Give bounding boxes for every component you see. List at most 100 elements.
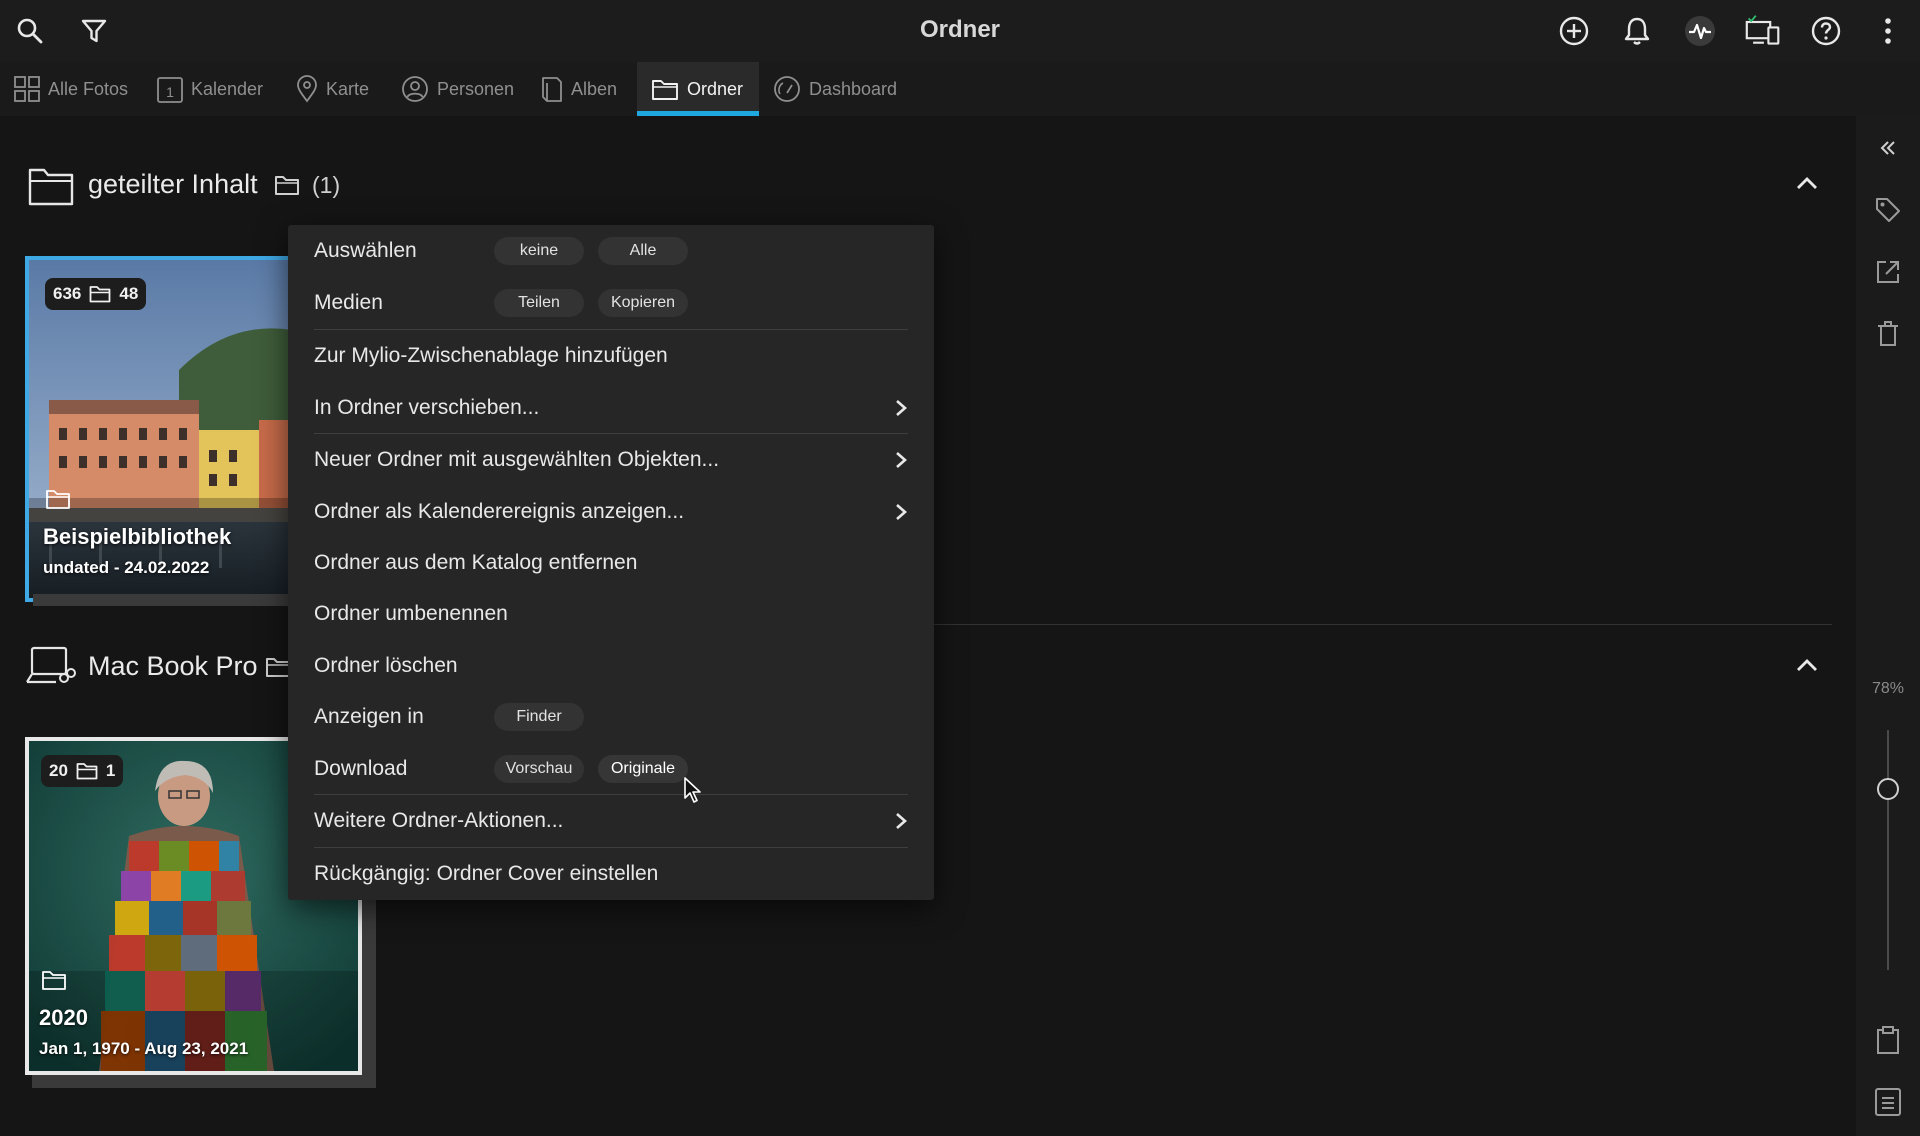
tab-karte[interactable]: Karte bbox=[296, 62, 369, 116]
chevron-up-icon[interactable] bbox=[1796, 658, 1818, 672]
count-badge: 20 1 bbox=[41, 755, 124, 787]
menu-separator bbox=[314, 847, 908, 848]
folder-icon bbox=[89, 285, 111, 303]
svg-text:1: 1 bbox=[166, 84, 174, 100]
menu-label: Medien bbox=[314, 291, 383, 314]
right-sidebar: 78% bbox=[1856, 116, 1920, 1136]
tab-dashboard[interactable]: Dashboard bbox=[773, 62, 897, 116]
search-icon[interactable] bbox=[12, 13, 48, 49]
calendar-icon: 1 bbox=[157, 75, 183, 103]
tab-label: Kalender bbox=[191, 78, 264, 99]
tag-icon[interactable] bbox=[1872, 194, 1904, 226]
photo-count: 636 bbox=[53, 284, 82, 303]
share-button[interactable]: Teilen bbox=[494, 289, 584, 317]
gauge-icon bbox=[773, 75, 801, 103]
tab-label: Dashboard bbox=[809, 78, 898, 99]
menu-label: Download bbox=[314, 757, 408, 780]
context-menu: Auswählen keine Alle Medien Teilen Kopie… bbox=[288, 225, 934, 900]
tab-label: Alle Fotos bbox=[48, 78, 129, 99]
filter-icon[interactable] bbox=[76, 13, 112, 49]
laptop-link-icon bbox=[26, 646, 76, 688]
copy-button[interactable]: Kopieren bbox=[598, 289, 688, 317]
menu-row-show-in: Anzeigen in Finder bbox=[314, 695, 908, 739]
subfolder-count: 48 bbox=[119, 284, 139, 303]
menu-row-select: Auswählen keine Alle bbox=[314, 229, 908, 273]
menu-row-media: Medien Teilen Kopieren bbox=[314, 281, 908, 325]
menu-item-label: In Ordner verschieben... bbox=[314, 396, 540, 419]
menu-item-label: Ordner als Kalenderereignis anzeigen... bbox=[314, 500, 685, 523]
help-icon[interactable] bbox=[1808, 13, 1844, 49]
shared-folder-icon bbox=[28, 164, 74, 206]
tab-label: Ordner bbox=[687, 78, 744, 99]
menu-item-new-folder[interactable]: Neuer Ordner mit ausgewählten Objekten..… bbox=[314, 438, 908, 482]
folder-icon bbox=[651, 77, 679, 101]
collapse-left-icon[interactable] bbox=[1872, 132, 1904, 164]
zoom-slider-knob[interactable] bbox=[1877, 778, 1899, 800]
tab-label: Karte bbox=[326, 78, 370, 99]
count-badge: 636 48 bbox=[45, 278, 147, 310]
menu-item-move-to-folder[interactable]: In Ordner verschieben... bbox=[314, 386, 908, 430]
menu-label: Auswählen bbox=[314, 239, 417, 262]
menu-item-label: Ordner aus dem Katalog entfernen bbox=[314, 551, 638, 574]
folder-name: 2020 bbox=[39, 1005, 88, 1030]
menu-separator bbox=[314, 794, 908, 795]
map-pin-icon bbox=[296, 75, 318, 103]
folder-date-range: undated - 24.02.2022 bbox=[43, 558, 210, 577]
tab-ordner[interactable]: Ordner bbox=[637, 62, 759, 116]
download-originals-button[interactable]: Originale bbox=[598, 755, 688, 783]
menu-item-label: Weitere Ordner-Aktionen... bbox=[314, 809, 564, 832]
menu-item-more-actions[interactable]: Weitere Ordner-Aktionen... bbox=[314, 799, 908, 843]
photo-count: 20 bbox=[49, 761, 68, 780]
menu-row-download: Download Vorschau Originale bbox=[314, 747, 908, 791]
section-title: geteilter Inhalt bbox=[88, 169, 258, 199]
menu-separator bbox=[314, 329, 908, 330]
chevron-right-icon bbox=[894, 450, 908, 470]
menu-item-add-clipboard[interactable]: Zur Mylio-Zwischenablage hinzufügen bbox=[314, 334, 908, 378]
subfolder-count: 1 bbox=[105, 761, 116, 780]
menu-item-label: Rückgängig: Ordner Cover einstellen bbox=[314, 862, 659, 885]
menu-item-undo[interactable]: Rückgängig: Ordner Cover einstellen bbox=[314, 852, 908, 896]
download-preview-button[interactable]: Vorschau bbox=[494, 755, 584, 783]
folder-date-range: Jan 1, 1970 - Aug 23, 2021 bbox=[39, 1039, 249, 1058]
more-vertical-icon[interactable] bbox=[1870, 13, 1906, 49]
person-icon bbox=[401, 75, 429, 103]
folder-icon bbox=[45, 488, 71, 510]
select-none-button[interactable]: keine bbox=[494, 237, 584, 265]
devices-sync-icon[interactable] bbox=[1745, 13, 1781, 49]
clipboard-icon[interactable] bbox=[1872, 1024, 1904, 1056]
folder-count-icon bbox=[274, 174, 300, 196]
list-panel-icon[interactable] bbox=[1872, 1086, 1904, 1118]
menu-item-show-calendar[interactable]: Ordner als Kalenderereignis anzeigen... bbox=[314, 490, 908, 534]
folder-count: (1) bbox=[312, 172, 341, 198]
trash-icon[interactable] bbox=[1872, 318, 1904, 350]
tab-alle-fotos[interactable]: Alle Fotos bbox=[14, 62, 128, 116]
tab-personen[interactable]: Personen bbox=[401, 62, 514, 116]
chevron-right-icon bbox=[894, 811, 908, 831]
chevron-right-icon bbox=[894, 502, 908, 522]
section-title: Mac Book Pro bbox=[88, 651, 258, 681]
folder-icon bbox=[76, 762, 98, 780]
menu-item-rename[interactable]: Ordner umbenennen bbox=[314, 592, 908, 636]
folder-card[interactable]: 636 48 Beispielbibliothek undated - 24.0… bbox=[25, 256, 296, 602]
add-icon[interactable] bbox=[1556, 13, 1592, 49]
menu-item-label: Zur Mylio-Zwischenablage hinzufügen bbox=[314, 344, 668, 367]
menu-item-delete[interactable]: Ordner löschen bbox=[314, 644, 908, 688]
finder-button[interactable]: Finder bbox=[494, 703, 584, 731]
zoom-slider-track[interactable] bbox=[1887, 730, 1889, 970]
bell-icon[interactable] bbox=[1619, 13, 1655, 49]
zoom-level: 78% bbox=[1871, 680, 1905, 697]
card-stack-shadow bbox=[33, 594, 288, 606]
menu-item-label: Ordner löschen bbox=[314, 654, 458, 677]
menu-item-remove-catalog[interactable]: Ordner aus dem Katalog entfernen bbox=[314, 541, 908, 585]
tab-label: Alben bbox=[571, 78, 618, 99]
share-out-icon[interactable] bbox=[1872, 256, 1904, 288]
select-all-button[interactable]: Alle bbox=[598, 237, 688, 265]
tab-alben[interactable]: Alben bbox=[541, 62, 617, 116]
tab-kalender[interactable]: 1 Kalender bbox=[157, 62, 263, 116]
top-bar: Ordner bbox=[0, 0, 1920, 62]
activity-icon[interactable] bbox=[1682, 13, 1718, 49]
album-icon bbox=[541, 75, 563, 103]
chevron-right-icon bbox=[894, 398, 908, 418]
chevron-up-icon[interactable] bbox=[1796, 176, 1818, 190]
menu-label: Anzeigen in bbox=[314, 705, 424, 728]
